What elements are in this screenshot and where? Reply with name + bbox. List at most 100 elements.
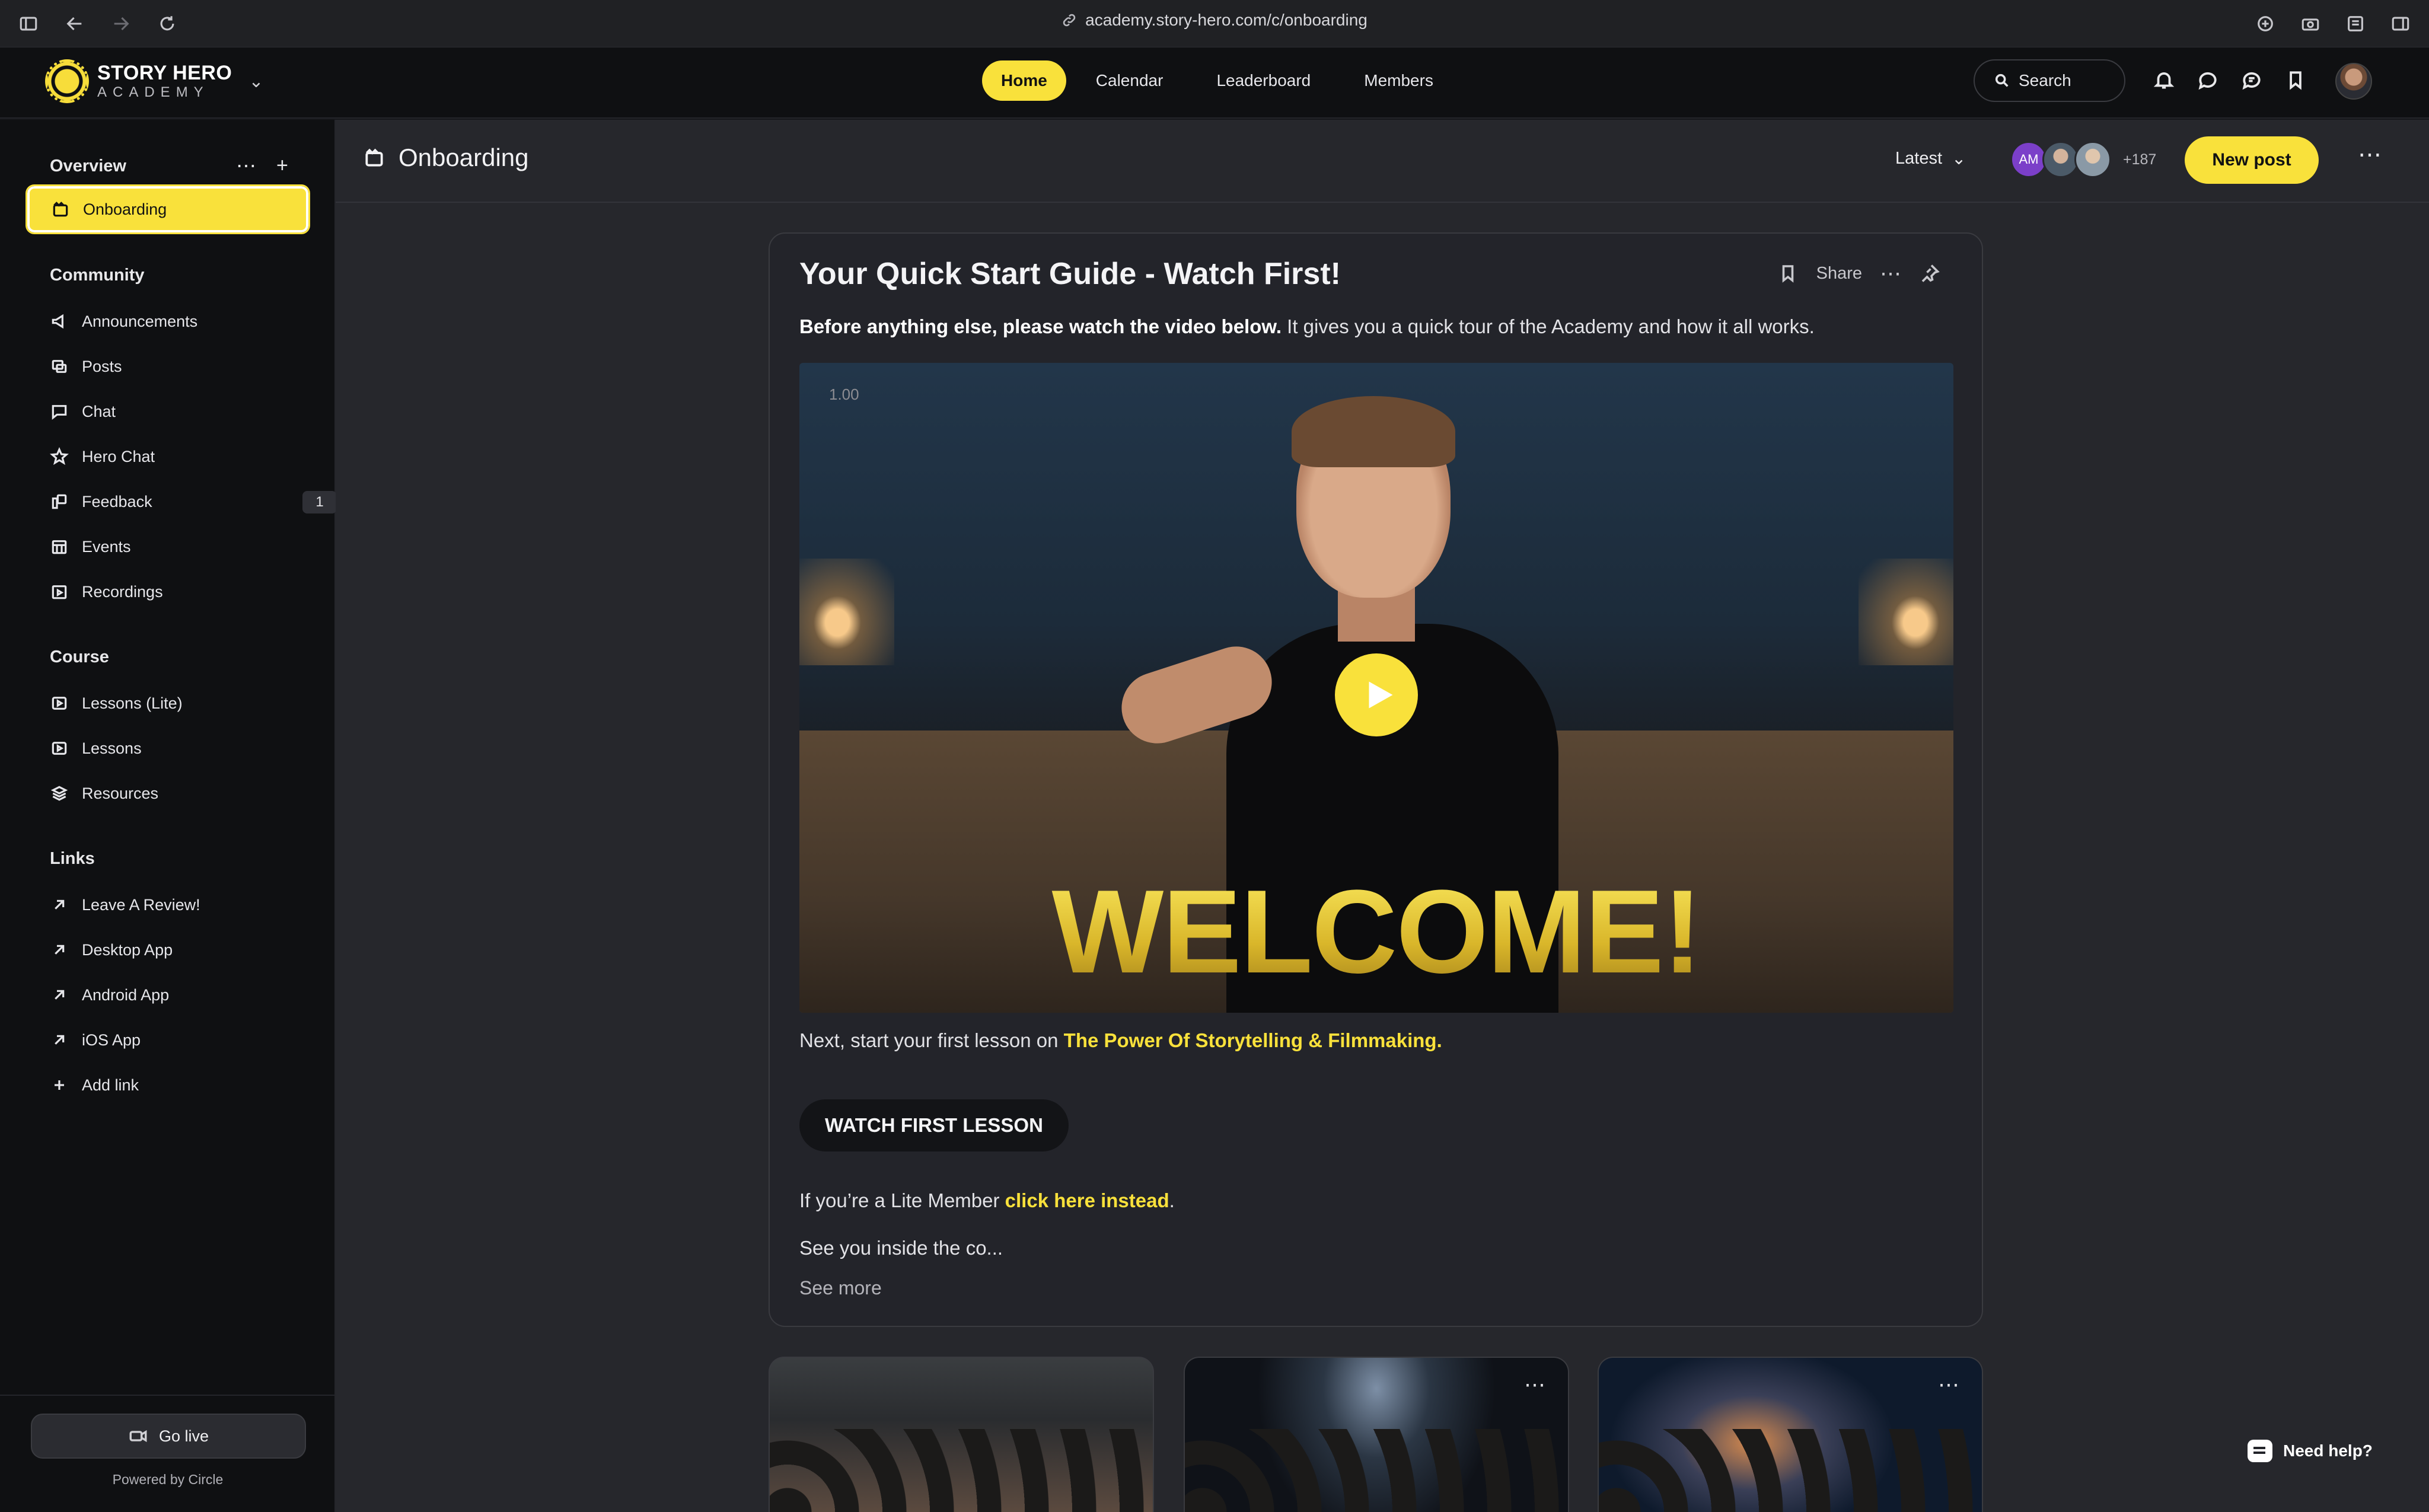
chevron-down-icon[interactable]: ⌄ (248, 71, 263, 92)
post-next-text: Next, start your first lesson on (799, 1029, 1064, 1051)
reader-icon[interactable] (2342, 11, 2369, 37)
nav-members[interactable]: Members (1340, 60, 1457, 101)
thumbnail-image (1599, 1429, 1982, 1512)
sidebar-item-chat[interactable]: Chat (50, 395, 287, 428)
browser-toolbar: academy.story-hero.com/c/onboarding (0, 0, 2429, 47)
sidebar-link-leave-review[interactable]: Leave A Review! (50, 888, 287, 921)
sidebar-item-posts[interactable]: Posts (50, 350, 287, 383)
need-help-button[interactable]: Need help? (2248, 1440, 2373, 1462)
post-lite-paragraph: If you’re a Lite Member click here inste… (799, 1188, 1175, 1214)
sidebar-item-hero-chat[interactable]: Hero Chat (50, 440, 287, 473)
divider (0, 1395, 336, 1396)
nav-home[interactable]: Home (982, 60, 1066, 101)
video-overlay-text: WELCOME! (799, 873, 1953, 991)
video-player[interactable]: 1.00 WELCOME! (799, 363, 1953, 1013)
sidebar-item-label: Lessons (Lite) (82, 694, 183, 712)
chat-threads-icon[interactable] (2240, 69, 2263, 91)
more-icon[interactable]: ⋯ (236, 154, 256, 178)
post-card-thumbnail[interactable]: ⋯ (1598, 1357, 1983, 1512)
logo-mark-icon (45, 59, 89, 103)
bell-icon[interactable] (2153, 69, 2175, 91)
post-card-thumbnail[interactable]: ⋯ (1184, 1357, 1569, 1512)
sidebar-link-desktop-app[interactable]: Desktop App (50, 933, 287, 966)
sidebar-item-resources[interactable]: Resources (50, 777, 287, 810)
sidebar-item-label: Posts (82, 357, 122, 375)
pin-icon[interactable] (1919, 263, 1940, 284)
app-header: STORY HERO ACADEMY ⌄ Home Calendar Leade… (0, 47, 2429, 119)
megaphone-icon (52, 314, 63, 329)
more-options-icon[interactable]: ⋯ (1524, 1372, 1547, 1397)
sidebar-item-label: Onboarding (83, 200, 167, 218)
post-title[interactable]: Your Quick Start Guide - Watch First! (799, 256, 1341, 292)
layers-icon (50, 786, 68, 801)
split-view-icon[interactable] (2387, 11, 2414, 37)
chat-icon (52, 405, 67, 420)
sidebar-item-announcements[interactable]: Announcements (50, 305, 287, 338)
sort-label: Latest (1895, 149, 1942, 168)
play-button[interactable] (1335, 653, 1418, 736)
powered-by[interactable]: Powered by Circle (0, 1472, 336, 1488)
search-label: Search (2019, 71, 2071, 90)
more-options-icon[interactable]: ⋯ (1880, 261, 1901, 286)
thumbnail-image (1185, 1429, 1568, 1512)
user-avatar[interactable] (2335, 63, 2372, 100)
bookmark-icon[interactable] (1777, 263, 1799, 284)
sidebar-item-onboarding[interactable]: Onboarding (25, 184, 310, 234)
more-options-icon[interactable]: ⋯ (1938, 1372, 1961, 1397)
clapper-icon (365, 148, 383, 167)
sidebar-item-events[interactable]: Events (50, 530, 287, 563)
post-lite-text: If you’re a Lite Member (799, 1189, 1005, 1211)
top-nav: Home Calendar Leaderboard Members (982, 60, 1457, 101)
sort-dropdown[interactable]: Latest ⌄ (1895, 148, 1966, 169)
recording-icon (52, 585, 67, 599)
url-text: academy.story-hero.com/c/onboarding (1085, 11, 1367, 29)
new-post-button[interactable]: New post (2185, 136, 2319, 184)
nav-calendar[interactable]: Calendar (1072, 60, 1187, 101)
arrow-up-right-icon (55, 1035, 65, 1045)
messages-icon[interactable] (2197, 69, 2219, 91)
extension-icon[interactable] (2252, 11, 2278, 37)
post-closing: See you inside the co... (799, 1237, 1003, 1259)
post-next-paragraph: Next, start your first lesson on The Pow… (799, 1028, 1442, 1054)
more-options-icon[interactable]: ⋯ (2358, 141, 2383, 168)
chevron-down-icon: ⌄ (1952, 149, 1966, 168)
sidebar-item-label: Events (82, 537, 131, 556)
bookmark-icon[interactable] (2284, 69, 2307, 91)
brand-logo[interactable]: STORY HERO ACADEMY ⌄ (45, 59, 263, 103)
member-avatars[interactable]: AM +187 (2010, 141, 2156, 178)
add-icon[interactable]: + (276, 154, 288, 178)
sidebar-item-lessons-lite[interactable]: Lessons (Lite) (50, 687, 287, 720)
sidebar-item-lessons[interactable]: Lessons (50, 732, 287, 765)
sidebar-item-label: Recordings (82, 582, 163, 601)
sidebar-toggle-icon[interactable] (15, 11, 42, 37)
playback-rate[interactable]: 1.00 (829, 385, 859, 404)
arrow-up-right-icon (55, 945, 65, 955)
watch-first-lesson-button[interactable]: WATCH FIRST LESSON (799, 1099, 1069, 1151)
go-live-button[interactable]: Go live (31, 1414, 306, 1459)
member-count: +187 (2123, 151, 2157, 168)
sidebar-item-feedback[interactable]: Feedback 1 (50, 485, 337, 518)
calendar-icon (52, 540, 67, 554)
sidebar-item-recordings[interactable]: Recordings (50, 575, 287, 608)
lite-member-link[interactable]: click here instead (1005, 1189, 1169, 1211)
sidebar-link-android-app[interactable]: Android App (50, 978, 287, 1012)
share-button[interactable]: Share (1816, 264, 1862, 283)
main-content: Onboarding Latest ⌄ AM +187 New post ⋯ Y… (336, 120, 2429, 1512)
address-bar[interactable]: academy.story-hero.com/c/onboarding (1007, 11, 1422, 30)
sidebar-item-label: Android App (82, 985, 170, 1004)
star-icon (50, 447, 69, 465)
reload-icon[interactable] (154, 11, 180, 37)
post-card-thumbnail[interactable] (769, 1357, 1154, 1512)
nav-leaderboard[interactable]: Leaderboard (1193, 60, 1334, 101)
search-button[interactable]: Search (1974, 59, 2125, 102)
back-icon[interactable] (62, 11, 88, 37)
chat-bubble-icon (2248, 1440, 2272, 1462)
lesson-link[interactable]: The Power Of Storytelling & Filmmaking. (1064, 1029, 1442, 1051)
brand-name: STORY HERO (97, 62, 232, 84)
sidebar-section-links: Links (50, 849, 95, 868)
camera-icon[interactable] (2297, 11, 2323, 37)
forward-icon[interactable] (108, 11, 134, 37)
add-link-button[interactable]: Add link (50, 1068, 287, 1102)
sidebar-link-ios-app[interactable]: iOS App (50, 1023, 287, 1057)
see-more-link[interactable]: See more (799, 1277, 882, 1299)
